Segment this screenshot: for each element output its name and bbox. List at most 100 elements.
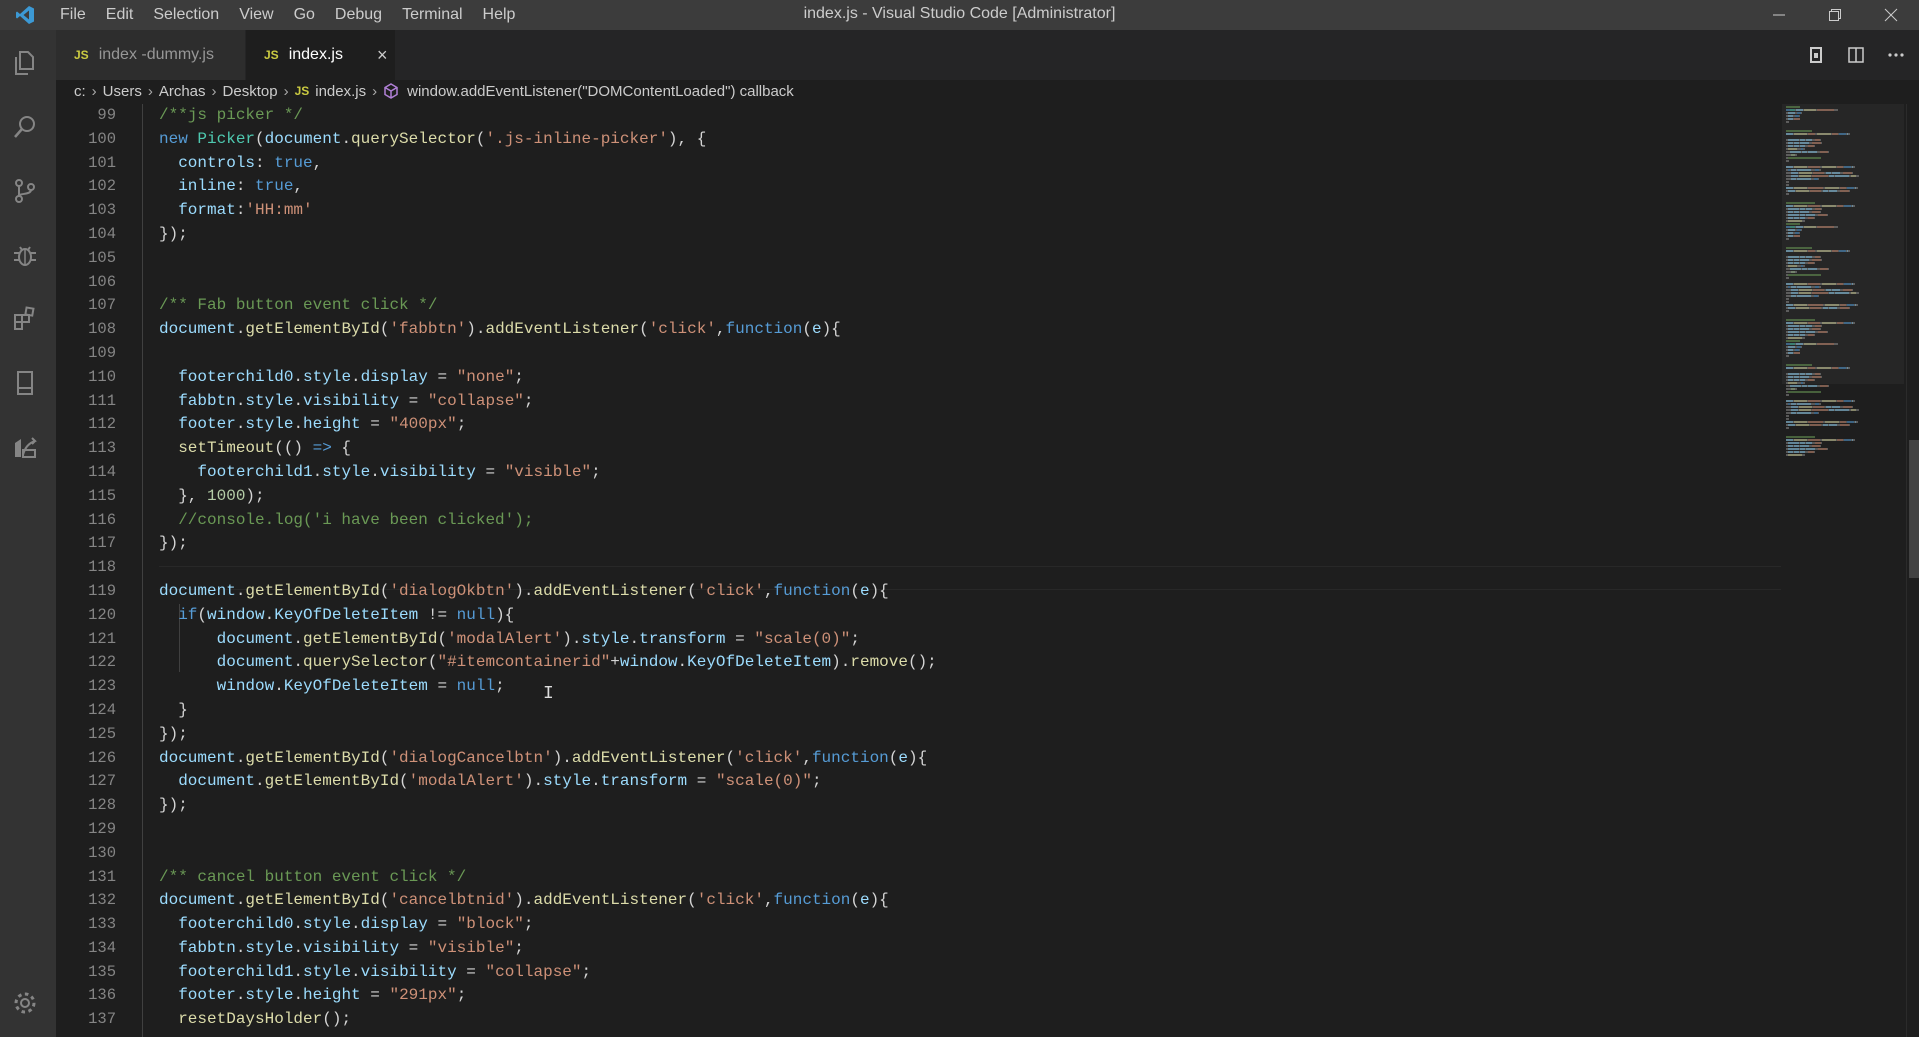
code-line[interactable]: document.getElementById('modalAlert').st…: [159, 628, 1781, 652]
code-line[interactable]: document.getElementById('modalAlert').st…: [159, 770, 1781, 794]
code-line[interactable]: }, 1000);: [159, 485, 1781, 509]
code-line[interactable]: document.getElementById('cancelbtnid').a…: [159, 889, 1781, 913]
debug-icon[interactable]: [0, 230, 50, 280]
line-number-gutter: 99 100 101 102 103 104 105 106 107 108 109 110 111 11…: [56, 104, 116, 1032]
restore-icon[interactable]: [1807, 0, 1863, 30]
minimap-line: [1848, 250, 1850, 252]
code-line[interactable]: document.querySelector("#itemcontainerid…: [159, 651, 1781, 675]
minimap-line: [1799, 115, 1800, 117]
code-line[interactable]: [159, 556, 1781, 580]
code-line[interactable]: });: [159, 794, 1781, 818]
minimap-line: [1797, 403, 1811, 405]
code-line[interactable]: footerchild1.style.visibility = "collaps…: [159, 961, 1781, 985]
code-line[interactable]: });: [159, 223, 1781, 247]
code-line[interactable]: footer.style.height = "400px";: [159, 413, 1781, 437]
tab-close-icon[interactable]: ×: [377, 45, 388, 66]
code-line[interactable]: fabbtn.style.visibility = "collapse";: [159, 390, 1781, 414]
minimap[interactable]: [1782, 104, 1904, 1037]
scrollbar-thumb[interactable]: [1909, 440, 1919, 578]
search-icon[interactable]: [0, 102, 50, 152]
code-editor[interactable]: 99 100 101 102 103 104 105 106 107 108 109 110 111 11…: [56, 104, 1781, 1037]
minimap-line: [1786, 181, 1789, 183]
code-line[interactable]: //console.log('i have been clicked');: [159, 509, 1781, 533]
menu-terminal[interactable]: Terminal: [392, 0, 472, 30]
code-line[interactable]: new Picker(document.querySelector('.js-i…: [159, 128, 1781, 152]
code-token: ,: [802, 748, 812, 767]
explorer-icon[interactable]: [0, 38, 50, 88]
minimap-line: [1788, 256, 1799, 258]
code-token: .: [591, 772, 601, 791]
settings-gear-icon[interactable]: [0, 978, 50, 1028]
breadcrumb-file[interactable]: index.js: [315, 83, 366, 100]
code-token: window: [207, 605, 265, 624]
code-line[interactable]: document.getElementById('dialogOkbtn').a…: [159, 580, 1781, 604]
code-line[interactable]: });: [159, 532, 1781, 556]
code-token: =: [399, 391, 428, 410]
code-line[interactable]: [159, 271, 1781, 295]
split-editor-icon[interactable]: [1843, 42, 1869, 68]
code-line[interactable]: resetDaysHolder();: [159, 1008, 1781, 1032]
code-line[interactable]: }: [159, 699, 1781, 723]
menu-help[interactable]: Help: [473, 0, 526, 30]
code-line[interactable]: [159, 818, 1781, 842]
vertical-scrollbar[interactable]: [1906, 104, 1919, 1037]
menu-debug[interactable]: Debug: [325, 0, 392, 30]
code-line[interactable]: window.KeyOfDeleteItem = null;: [159, 675, 1781, 699]
minimap-line: [1800, 211, 1809, 213]
code-line[interactable]: fabbtn.style.visibility = "visible";: [159, 937, 1781, 961]
code-line[interactable]: footerchild0.style.display = "block";: [159, 913, 1781, 937]
minimap-line: [1812, 259, 1821, 261]
source-control-icon[interactable]: [0, 166, 50, 216]
open-changes-icon[interactable]: [1803, 42, 1829, 68]
breadcrumb-symbol[interactable]: window.addEventListener("DOMContentLoade…: [407, 83, 794, 100]
minimap-line: [1821, 142, 1822, 144]
minimap-line: [1786, 367, 1793, 369]
code-line[interactable]: footerchild1.style.visibility = "visible…: [159, 461, 1781, 485]
code-token: =: [427, 677, 457, 696]
code-line[interactable]: [159, 247, 1781, 271]
code-line[interactable]: format:'HH:mm': [159, 199, 1781, 223]
code-token: KeyOfDeleteItem: [687, 653, 832, 672]
code-content[interactable]: /**js picker */new Picker(document.query…: [159, 104, 1781, 1032]
menu-selection[interactable]: Selection: [143, 0, 229, 30]
code-token: getElementById: [303, 629, 438, 648]
extensions-icon[interactable]: [0, 294, 50, 344]
breadcrumb-archas[interactable]: Archas: [159, 83, 206, 100]
breadcrumb-desktop[interactable]: Desktop: [223, 83, 278, 100]
breadcrumb-drive[interactable]: c:: [74, 83, 86, 100]
code-line[interactable]: footerchild0.style.display = "none";: [159, 366, 1781, 390]
minimap-line: [1786, 310, 1789, 312]
code-token: ){: [869, 581, 889, 600]
code-line[interactable]: inline: true,: [159, 175, 1781, 199]
minimap-line: [1786, 427, 1789, 429]
close-icon[interactable]: [1863, 0, 1919, 30]
code-line[interactable]: /** cancel button event click */: [159, 866, 1781, 890]
code-line[interactable]: /** Fab button event click */: [159, 294, 1781, 318]
code-line[interactable]: [159, 842, 1781, 866]
minimap-line: [1797, 286, 1811, 288]
breadcrumb-users[interactable]: Users: [103, 83, 142, 100]
code-line[interactable]: document.getElementById('fabbtn').addEve…: [159, 318, 1781, 342]
tab-index-dummy-js[interactable]: JS index -dummy.js: [56, 30, 246, 80]
code-line[interactable]: document.getElementById('dialogCancelbtn…: [159, 747, 1781, 771]
remote-explorer-icon[interactable]: [0, 358, 50, 408]
tab-index-js[interactable]: JS index.js ×: [246, 30, 396, 80]
menu-file[interactable]: File: [50, 0, 96, 30]
code-line[interactable]: });: [159, 723, 1781, 747]
code-token: e: [859, 891, 870, 910]
menu-edit[interactable]: Edit: [96, 0, 144, 30]
menu-view[interactable]: View: [229, 0, 283, 30]
code-line[interactable]: [159, 342, 1781, 366]
minimap-line: [1788, 229, 1795, 231]
code-line[interactable]: /**js picker */: [159, 104, 1781, 128]
menu-go[interactable]: Go: [284, 0, 325, 30]
code-token: ){: [821, 320, 841, 339]
code-token: .: [293, 962, 304, 981]
minimize-icon[interactable]: [1751, 0, 1807, 30]
more-actions-icon[interactable]: [1883, 42, 1909, 68]
code-line[interactable]: setTimeout(() => {: [159, 437, 1781, 461]
code-line[interactable]: if(window.KeyOfDeleteItem != null){: [159, 604, 1781, 628]
code-line[interactable]: controls: true,: [159, 152, 1781, 176]
live-share-icon[interactable]: [0, 422, 50, 472]
code-line[interactable]: footer.style.height = "291px";: [159, 984, 1781, 1008]
